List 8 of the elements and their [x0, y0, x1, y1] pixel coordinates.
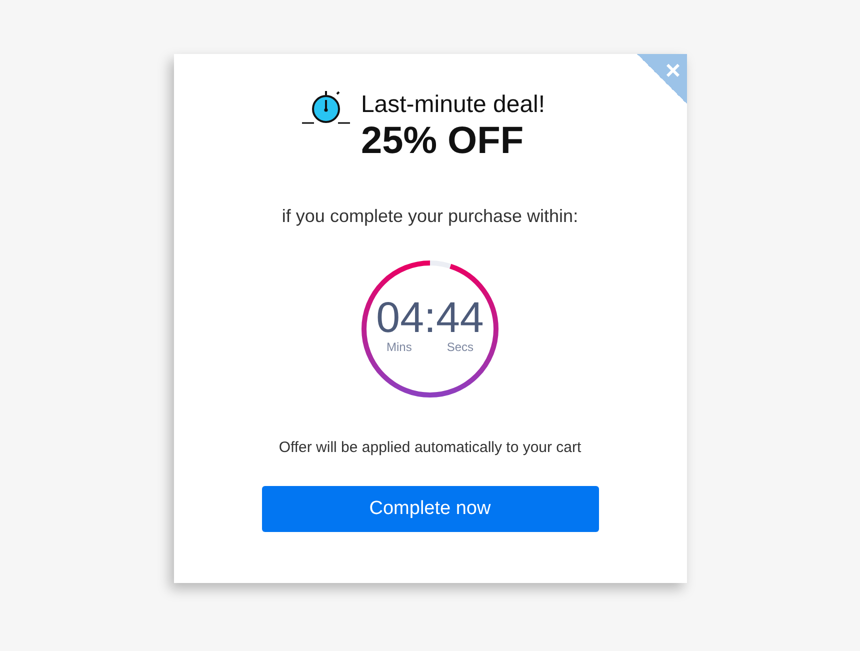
subtitle: if you complete your purchase within:	[282, 206, 578, 227]
note-text: Offer will be applied automatically to your cart	[278, 439, 582, 456]
complete-button[interactable]: Complete now	[262, 486, 598, 532]
minutes-label: Mins	[386, 340, 412, 354]
headline: Last-minute deal!	[360, 90, 546, 120]
seconds-label: Secs	[446, 340, 474, 354]
countdown-time: 04:44	[376, 296, 484, 340]
offer-text: 25% OFF	[360, 120, 525, 162]
